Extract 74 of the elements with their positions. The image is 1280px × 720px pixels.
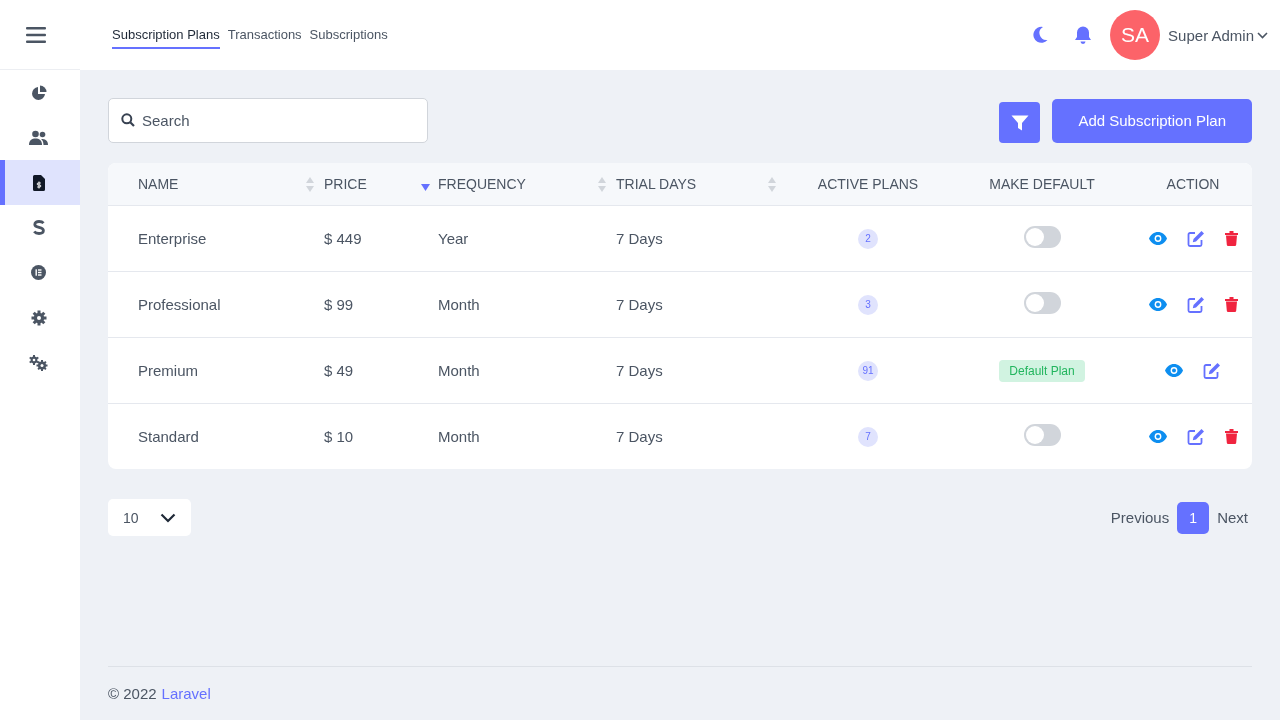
gears-icon [29, 354, 48, 371]
plan-frequency: Month [438, 427, 481, 447]
trial-days: 7 Days [616, 272, 786, 337]
column-header[interactable]: FREQUENCY [438, 163, 616, 205]
trial-days: 7 Days [616, 206, 786, 271]
menu-icon[interactable] [26, 26, 46, 43]
view-eye-icon[interactable] [1148, 232, 1167, 245]
search-field[interactable]: Search [108, 98, 428, 143]
sort-descending-icon [421, 183, 430, 191]
add-plan-button[interactable]: Add Subscription Plan [1052, 98, 1252, 143]
view-eye-icon[interactable] [1165, 364, 1183, 377]
chevron-down-icon [160, 512, 176, 523]
plan-frequency: Month [438, 295, 481, 315]
copyright-text: © 2022 [108, 685, 157, 702]
sort-icon [598, 176, 606, 192]
plan-name: Professional [137, 295, 222, 315]
search-icon [121, 113, 135, 127]
plan-price: $ 449 [324, 229, 363, 249]
delete-trash-icon[interactable] [1224, 231, 1238, 246]
default-toggle[interactable] [1023, 423, 1061, 446]
previous-link[interactable]: Previous [1110, 509, 1170, 526]
trial-days: 7 Days [616, 404, 786, 469]
plan-frequency: Month [438, 361, 481, 381]
sort-icon [768, 176, 776, 192]
nav-tab[interactable]: Subscriptions [309, 21, 388, 49]
active-plans-count: 2 [858, 228, 878, 249]
column-header[interactable]: TRIAL DAYS [616, 163, 786, 205]
users-icon [29, 130, 48, 145]
moon-icon[interactable] [1032, 26, 1049, 44]
delete-trash-icon[interactable] [1224, 429, 1238, 444]
list-circle-icon [31, 265, 46, 280]
sidebar-item[interactable] [0, 160, 80, 205]
column-header: ACTIVE PLANS [816, 175, 920, 194]
nav-tab[interactable]: Transactions [227, 21, 302, 49]
edit-icon[interactable] [1186, 427, 1205, 446]
sort-icon [306, 176, 314, 192]
default-toggle[interactable] [1023, 225, 1061, 248]
column-header: MAKE DEFAULT [988, 175, 1096, 194]
column-header: ACTION [1165, 175, 1221, 194]
plan-name: Enterprise [137, 229, 208, 249]
column-header[interactable]: NAME [108, 163, 324, 205]
active-plans-count: 7 [858, 426, 878, 447]
pie-chart-icon [30, 84, 47, 101]
default-toggle[interactable] [1023, 291, 1061, 314]
nav-tab[interactable]: Subscription Plans [112, 21, 220, 49]
filter-button[interactable] [999, 102, 1041, 143]
chevron-down-icon [1257, 31, 1268, 39]
plan-price: $ 49 [324, 361, 355, 381]
trial-days: 7 Days [616, 338, 786, 403]
page-number[interactable]: 1 [1177, 501, 1210, 534]
column-header[interactable]: PRICE [324, 163, 438, 205]
edit-icon[interactable] [1186, 229, 1205, 248]
footer-link[interactable]: Laravel [161, 685, 211, 702]
plan-price: $ 10 [324, 427, 355, 447]
page-size-select[interactable]: 10 [108, 499, 191, 536]
filter-icon [1010, 114, 1029, 131]
plan-price: $ 99 [324, 295, 355, 315]
delete-trash-icon[interactable] [1224, 297, 1238, 312]
view-eye-icon[interactable] [1148, 298, 1167, 311]
plan-name: Standard [137, 427, 200, 447]
bell-icon[interactable] [1074, 25, 1093, 45]
invoice-icon [32, 174, 45, 191]
view-eye-icon[interactable] [1148, 430, 1167, 443]
edit-icon[interactable] [1203, 361, 1221, 380]
plan-name: Premium [137, 361, 199, 381]
plan-frequency: Year [438, 229, 470, 249]
active-plans-count: 91 [858, 360, 878, 381]
user-menu[interactable]: Super Admin [1168, 26, 1268, 44]
s-letter-icon [32, 220, 45, 235]
next-link[interactable]: Next [1217, 509, 1248, 526]
edit-icon[interactable] [1186, 295, 1205, 314]
gear-icon [30, 309, 47, 326]
default-plan-badge: Default Plan [999, 359, 1085, 382]
active-plans-count: 3 [858, 294, 878, 315]
